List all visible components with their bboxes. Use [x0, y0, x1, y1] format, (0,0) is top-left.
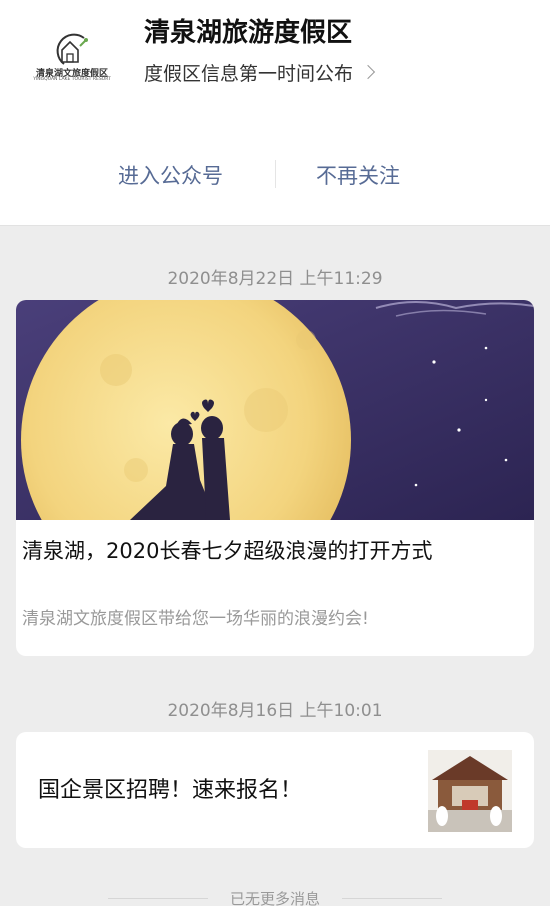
end-of-messages: 已无更多消息: [0, 886, 550, 906]
article-card[interactable]: 国企景区招聘！速来报名！: [16, 732, 534, 848]
action-divider: [275, 160, 276, 188]
chevron-right-icon: [360, 64, 376, 80]
message-timestamp: 2020年8月16日 上午10:01: [167, 701, 383, 721]
house-crescent-logo-icon: [56, 33, 88, 65]
article-title[interactable]: 国企景区招聘！速来报名！: [38, 772, 302, 804]
message-timestamp: 2020年8月22日 上午11:29: [167, 269, 383, 289]
article-card[interactable]: [16, 300, 534, 656]
full-moon-couple-cover-image: [16, 300, 534, 520]
account-logo[interactable]: 清泉湖文旅度假区 YINGQUAN LAKE TOURIST RESORT: [26, 28, 118, 88]
pavilion-performers-thumbnail: [428, 750, 512, 832]
account-description-link[interactable]: 度假区信息第一时间公布: [144, 58, 376, 86]
divider-line: [342, 898, 442, 899]
account-description: 度假区信息第一时间公布: [144, 62, 354, 85]
logo-subtext: YINGQUAN LAKE TOURIST RESORT: [33, 77, 111, 82]
article-summary: 清泉湖文旅度假区带给您一场华丽的浪漫约会!: [22, 609, 369, 629]
account-name[interactable]: 清泉湖旅游度假区: [144, 12, 352, 49]
enter-account-button[interactable]: 进入公众号: [118, 158, 223, 194]
unfollow-button[interactable]: 不再关注: [316, 158, 400, 194]
article-title[interactable]: 清泉湖，2020长春七夕超级浪漫的打开方式: [22, 536, 502, 567]
end-text: 已无更多消息: [229, 890, 320, 906]
account-header: 清泉湖文旅度假区 YINGQUAN LAKE TOURIST RESORT 清泉…: [0, 0, 550, 226]
